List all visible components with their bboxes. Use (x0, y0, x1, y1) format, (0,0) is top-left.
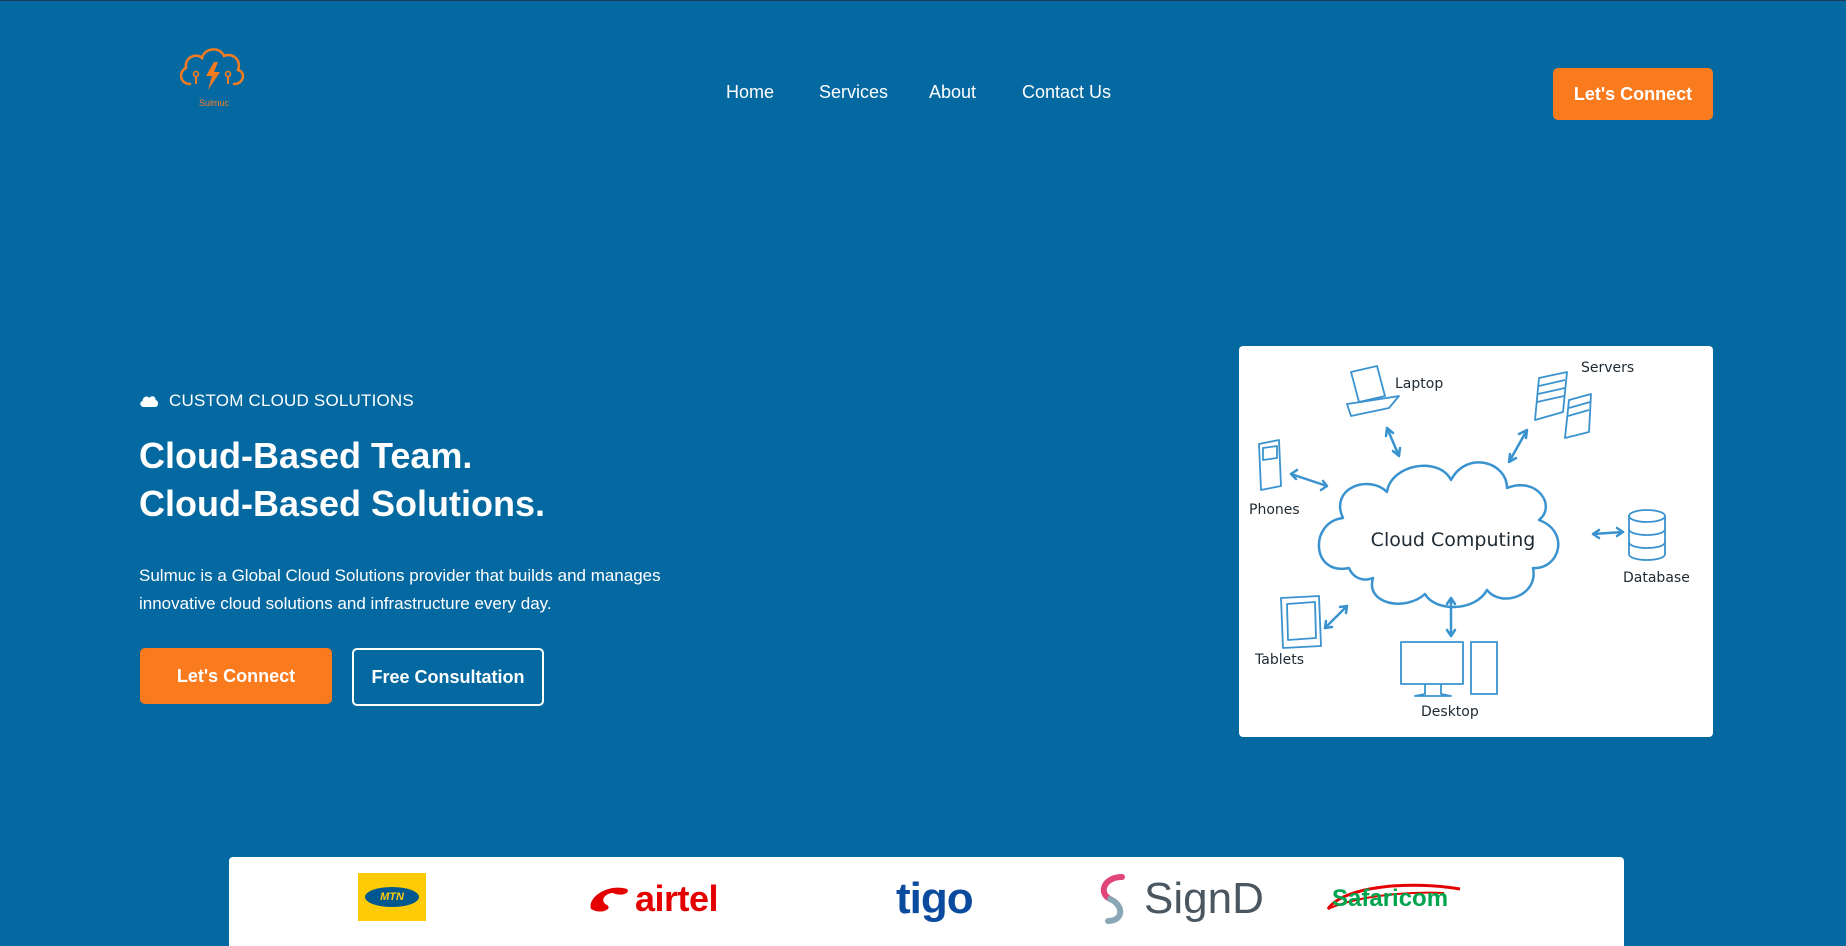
nav-contact-us[interactable]: Contact Us (1022, 82, 1111, 103)
hero-eyebrow: CUSTOM CLOUD SOLUTIONS (139, 390, 414, 412)
safaricom-logo-text: Safaricom (1332, 885, 1449, 912)
cloud-computing-diagram: Cloud Computing Laptop Servers Phones Da… (1239, 346, 1713, 737)
diagram-label-desktop: Desktop (1421, 704, 1479, 720)
header-lets-connect-button[interactable]: Let's Connect (1553, 68, 1713, 120)
free-consultation-button[interactable]: Free Consultation (352, 648, 544, 706)
diagram-label-servers: Servers (1581, 360, 1634, 376)
hero-title-line-2: Cloud-Based Solutions. (139, 483, 546, 524)
signd-mark-icon (1100, 874, 1125, 924)
hero-lets-connect-button[interactable]: Let's Connect (140, 648, 332, 704)
partner-logo-safaricom: Safaricom (1324, 871, 1524, 927)
nav-services[interactable]: Services (819, 82, 888, 103)
tigo-logo-text: tigo (896, 874, 974, 923)
diagram-label-phones: Phones (1249, 502, 1300, 518)
nav-home[interactable]: Home (726, 82, 774, 103)
hero-description: Sulmuc is a Global Cloud Solutions provi… (139, 566, 661, 613)
airtel-logo-text: airtel (635, 878, 719, 919)
diagram-label-tablets: Tablets (1254, 652, 1304, 668)
signd-logo-text: SignD (1144, 874, 1264, 923)
airtel-swirl-icon (590, 887, 628, 912)
partner-logos-strip: MTN airtel tigo SignD Safaricom (229, 857, 1624, 946)
partner-logo-signd: SignD (1094, 871, 1274, 927)
nav-about[interactable]: About (929, 82, 976, 103)
hero-title: Cloud-Based Team. Cloud-Based Solutions. (139, 432, 545, 528)
cloud-icon (140, 396, 159, 407)
partner-logo-tigo: tigo (896, 871, 988, 927)
hero-eyebrow-text: CUSTOM CLOUD SOLUTIONS (169, 391, 414, 410)
diagram-label-laptop: Laptop (1395, 376, 1443, 392)
hero-title-line-1: Cloud-Based Team. (139, 435, 473, 476)
partner-logo-airtel: airtel (587, 871, 749, 927)
diagram-center-label: Cloud Computing (1371, 529, 1536, 551)
mtn-logo-text: MTN (365, 887, 419, 907)
diagram-label-database: Database (1623, 570, 1690, 586)
top-border (0, 0, 1846, 1)
partner-logo-mtn: MTN (358, 873, 426, 921)
